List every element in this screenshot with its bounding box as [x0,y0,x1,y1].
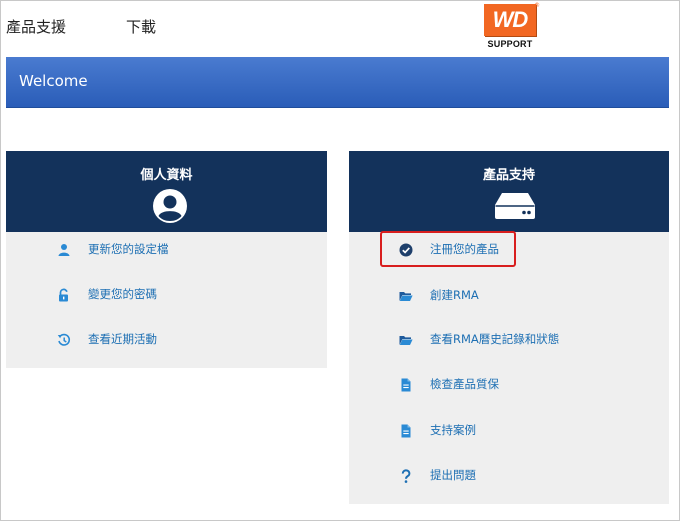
highlight-annotation [380,231,516,267]
drive-icon [495,193,535,219]
document-icon [401,378,411,392]
rma-history-label: 查看RMA曆史記錄和狀態 [430,332,560,346]
product-support-card: 產品支持 注冊您的產品 創建RMA 查看RMA曆史記錄和狀態 檢查產品質保 支持… [349,151,669,504]
profile-card-header: 個人資料 [6,151,327,232]
user-avatar-icon [153,189,187,223]
recent-activity-label: 查看近期活動 [88,332,157,346]
wd-logo-mark: WD [484,4,536,36]
nav-product-support[interactable]: 產品支援 [6,16,66,37]
nav-download[interactable]: 下載 [126,16,156,37]
product-support-card-title: 產品支持 [482,168,535,183]
folder-open-icon [399,336,413,345]
registered-mark: ® [534,2,540,9]
product-support-card-header: 產品支持 [349,151,669,232]
question-icon [401,469,411,483]
welcome-banner: Welcome [6,57,669,108]
update-profile-label: 更新您的設定檔 [88,242,169,256]
profile-card: 個人資料 更新您的設定檔 變更您的密碼 查看近期活動 [6,151,327,368]
wd-support-logo[interactable]: WD ® SUPPORT [482,2,540,50]
document-icon [401,424,411,438]
profile-card-title: 個人資料 [140,168,193,183]
check-warranty-label: 檢查產品質保 [430,377,499,391]
folder-open-icon [399,292,413,301]
welcome-title: Welcome [19,72,88,90]
ask-question-label: 提出問題 [430,468,476,482]
unlock-icon [59,288,68,302]
top-nav: 產品支援 下載 WD ® SUPPORT [0,0,680,57]
create-rma-label: 創建RMA [430,288,479,302]
logo-support-text: SUPPORT [487,39,533,49]
support-cases-label: 支持案例 [430,423,476,437]
person-icon [58,244,70,256]
change-password-label: 變更您的密碼 [88,287,157,301]
history-icon [57,333,71,346]
